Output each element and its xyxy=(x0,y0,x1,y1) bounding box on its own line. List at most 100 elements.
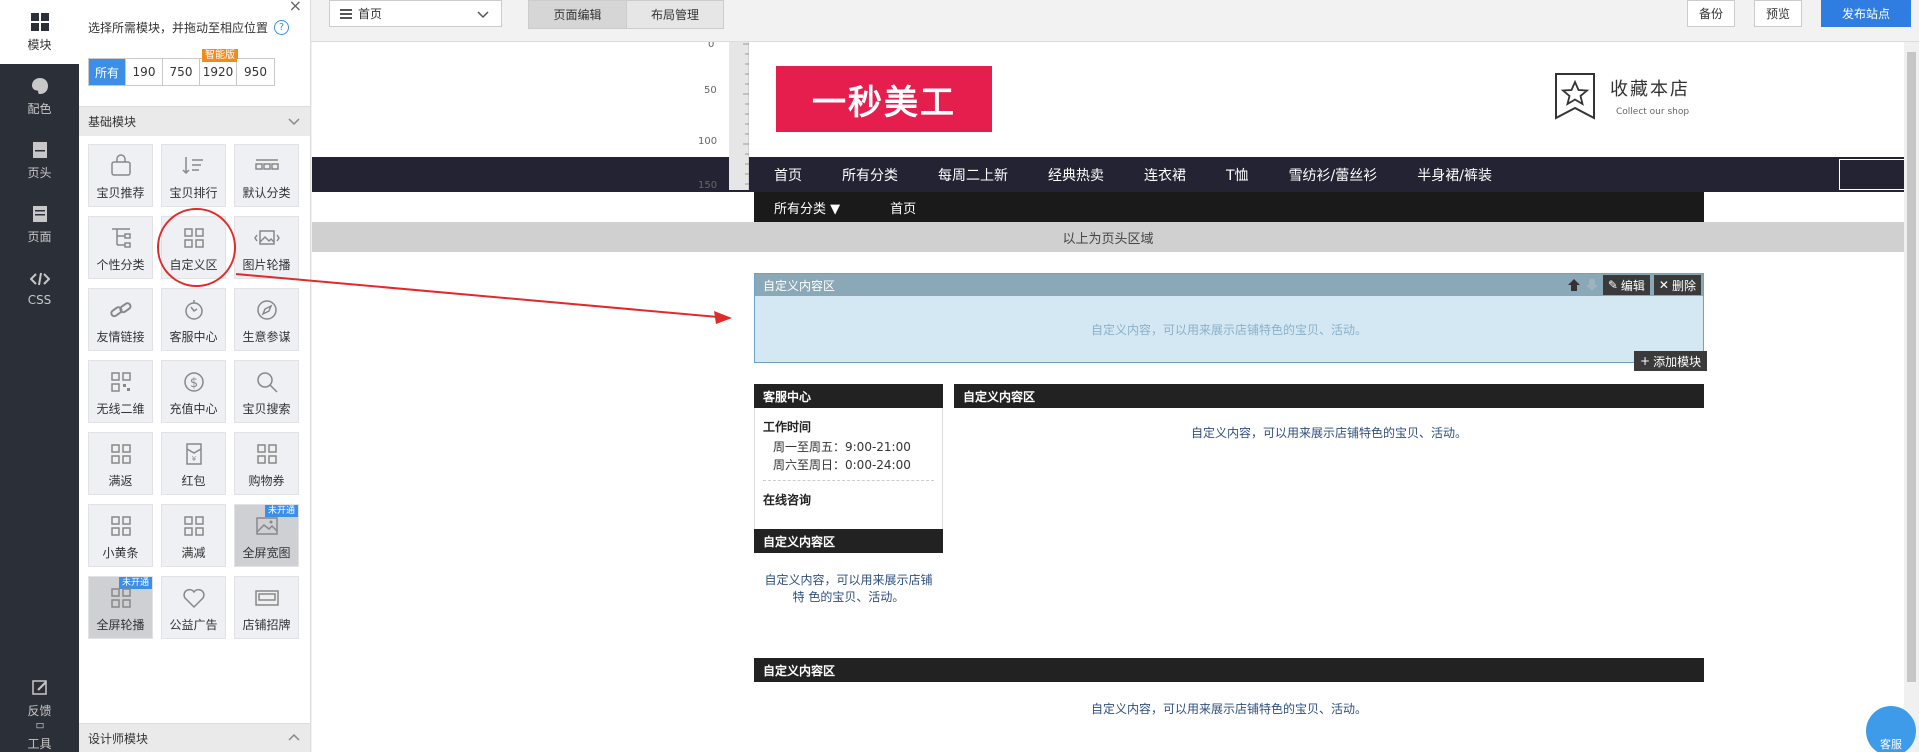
module-item[interactable]: 满返 xyxy=(88,432,153,495)
redpacket-icon: ¥ xyxy=(186,443,202,465)
section-basic-modules[interactable]: 基础模块 xyxy=(79,106,310,136)
arrow-down-icon[interactable] xyxy=(1585,278,1599,292)
module-item-custom-area[interactable]: 自定义区 xyxy=(161,216,226,279)
arrow-up-icon[interactable] xyxy=(1567,278,1581,292)
edit-button[interactable]: ✎ 编辑 xyxy=(1602,275,1650,295)
module-label: 小黄条 xyxy=(102,546,139,560)
module-panel: × 选择所需模块，并拖动至相应位置 ? 所有 190 750 智能版 1920 9… xyxy=(79,0,311,752)
module-item[interactable]: 未开通 全屏宽图 xyxy=(234,504,299,567)
page-icon xyxy=(32,205,47,222)
nav-link[interactable]: 连衣裙 xyxy=(1124,165,1206,185)
grid-icon xyxy=(111,444,131,464)
header-icon xyxy=(32,141,47,158)
module-item[interactable]: 友情链接 xyxy=(88,288,153,351)
scrollbar-thumb[interactable] xyxy=(1907,52,1916,682)
nav-link[interactable]: 每周二上新 xyxy=(918,165,1028,185)
tab-1920[interactable]: 智能版 1920 xyxy=(200,49,238,85)
vertical-scrollbar[interactable] xyxy=(1904,42,1919,752)
tab-950[interactable]: 950 xyxy=(237,59,274,85)
module-item[interactable]: 宝贝搜索 xyxy=(234,360,299,423)
subnav-all-categories[interactable]: 所有分类 ▼ xyxy=(754,198,870,217)
nav-label: CSS xyxy=(27,293,52,307)
tab-750[interactable]: 750 xyxy=(163,59,200,85)
nav-link[interactable]: 半身裙/裤装 xyxy=(1397,165,1512,185)
module-label: 生意参谋 xyxy=(242,330,291,344)
module-item[interactable]: 小黄条 xyxy=(88,504,153,567)
module-label: 公益广告 xyxy=(169,618,218,632)
grid-icon xyxy=(184,516,204,536)
module-item[interactable]: 生意参谋 xyxy=(234,288,299,351)
module-label: 店铺招牌 xyxy=(242,618,291,632)
page-select[interactable]: 首页 xyxy=(329,0,502,27)
code-icon xyxy=(29,272,50,286)
tab-label: 所有 xyxy=(94,65,119,80)
width-tabs: 所有 190 750 智能版 1920 950 xyxy=(88,49,275,86)
selected-custom-module[interactable]: 自定义内容区 ✎ 编辑 ✕ 删除 自定义内容，可以用来展示店铺特色的宝贝、活动。 xyxy=(754,273,1704,363)
module-item[interactable]: $ 充值中心 xyxy=(161,360,226,423)
top-bar: 首页 页面编辑 布局管理 备份 预览 发布站点 xyxy=(311,0,1919,42)
module-item[interactable]: 宝贝排行 xyxy=(161,144,226,207)
module-label: 客服中心 xyxy=(169,330,218,344)
customer-service-button[interactable]: 客服 xyxy=(1866,706,1916,752)
module-item[interactable]: 默认分类 xyxy=(234,144,299,207)
module-label: 满减 xyxy=(181,546,206,560)
module-item[interactable]: 宝贝推荐 xyxy=(88,144,153,207)
module-label: 红包 xyxy=(181,474,206,488)
module-item[interactable]: 购物券 xyxy=(234,432,299,495)
nav-link[interactable]: 首页 xyxy=(754,165,822,185)
nav-link[interactable]: T恤 xyxy=(1206,165,1269,185)
chevron-down-icon xyxy=(477,11,489,19)
tool-icon xyxy=(36,723,43,729)
nav-item-page[interactable]: 页面 xyxy=(0,192,79,256)
kefu-label: 客服 xyxy=(1880,738,1902,751)
nav-item-modules[interactable]: 模块 xyxy=(0,0,79,64)
section-designer-modules[interactable]: 设计师模块 xyxy=(79,723,310,752)
module-label: 购物券 xyxy=(248,474,285,488)
service-center-module[interactable]: 工作时间 周一至周五：9:00-21:00 周六至周日：0:00-24:00 在… xyxy=(754,408,943,541)
online-consult-heading: 在线咨询 xyxy=(763,493,812,507)
nav-item-css[interactable]: CSS xyxy=(0,256,79,320)
nav-label: 页头 xyxy=(27,165,52,180)
ruler-label: 50 xyxy=(704,85,717,96)
tab-all[interactable]: 所有 xyxy=(89,59,126,85)
divider xyxy=(763,480,934,481)
module-item[interactable]: 店铺招牌 xyxy=(234,576,299,639)
tab-layout-manage[interactable]: 布局管理 xyxy=(626,1,723,28)
preview-button[interactable]: 预览 xyxy=(1754,0,1802,27)
shop-search-input[interactable] xyxy=(1839,159,1904,190)
nav-link[interactable]: 雪纺衫/蕾丝衫 xyxy=(1269,165,1398,185)
tab-page-edit[interactable]: 页面编辑 xyxy=(529,1,626,28)
service-title: 客服中心 xyxy=(754,384,943,408)
module-item[interactable]: 无线二维 xyxy=(88,360,153,423)
nav-item-header[interactable]: 页头 xyxy=(0,128,79,192)
nav-link[interactable]: 经典热卖 xyxy=(1028,165,1124,185)
module-item[interactable]: 满减 xyxy=(161,504,226,567)
favorite-shop[interactable]: 收藏本店 Collect our shop xyxy=(1554,72,1690,120)
nav-link[interactable]: 所有分类 xyxy=(822,165,918,185)
svg-text:¥: ¥ xyxy=(192,455,197,463)
nav-item-colors[interactable]: 配色 xyxy=(0,64,79,128)
delete-button[interactable]: ✕ 删除 xyxy=(1653,275,1701,295)
ruler-label: 100 xyxy=(698,136,718,147)
backup-button[interactable]: 备份 xyxy=(1687,0,1735,27)
module-item[interactable]: 客服中心 xyxy=(161,288,226,351)
publish-button[interactable]: 发布站点 xyxy=(1821,0,1911,27)
subnav-home[interactable]: 首页 xyxy=(870,198,946,217)
module-item[interactable]: 公益广告 xyxy=(161,576,226,639)
nav-item-feedback[interactable]: 反馈 xyxy=(0,674,79,722)
close-icon[interactable]: × xyxy=(289,0,302,15)
add-module-button[interactable]: + 添加模块 xyxy=(1634,351,1708,371)
left-nav: 模块 配色 页头 页面 CSS 反馈 工具 xyxy=(0,0,79,752)
module-item[interactable]: ¥ 红包 xyxy=(161,432,226,495)
nav-item-tool[interactable]: 工具 xyxy=(0,722,79,752)
module-item[interactable]: 图片轮播 xyxy=(234,216,299,279)
close-icon: ✕ xyxy=(1658,278,1669,292)
palette-icon xyxy=(31,77,48,94)
module-item[interactable]: 个性分类 xyxy=(88,216,153,279)
help-icon[interactable]: ? xyxy=(274,20,290,35)
tab-190[interactable]: 190 xyxy=(126,59,163,85)
hint-text: 选择所需模块，并拖动至相应位置 xyxy=(88,21,269,35)
module-item[interactable]: 未开通 全屏轮播 xyxy=(88,576,153,639)
shop-header[interactable]: 一秒美工 收藏本店 Collect our shop xyxy=(754,42,1704,157)
dollar-icon: $ xyxy=(184,372,204,392)
